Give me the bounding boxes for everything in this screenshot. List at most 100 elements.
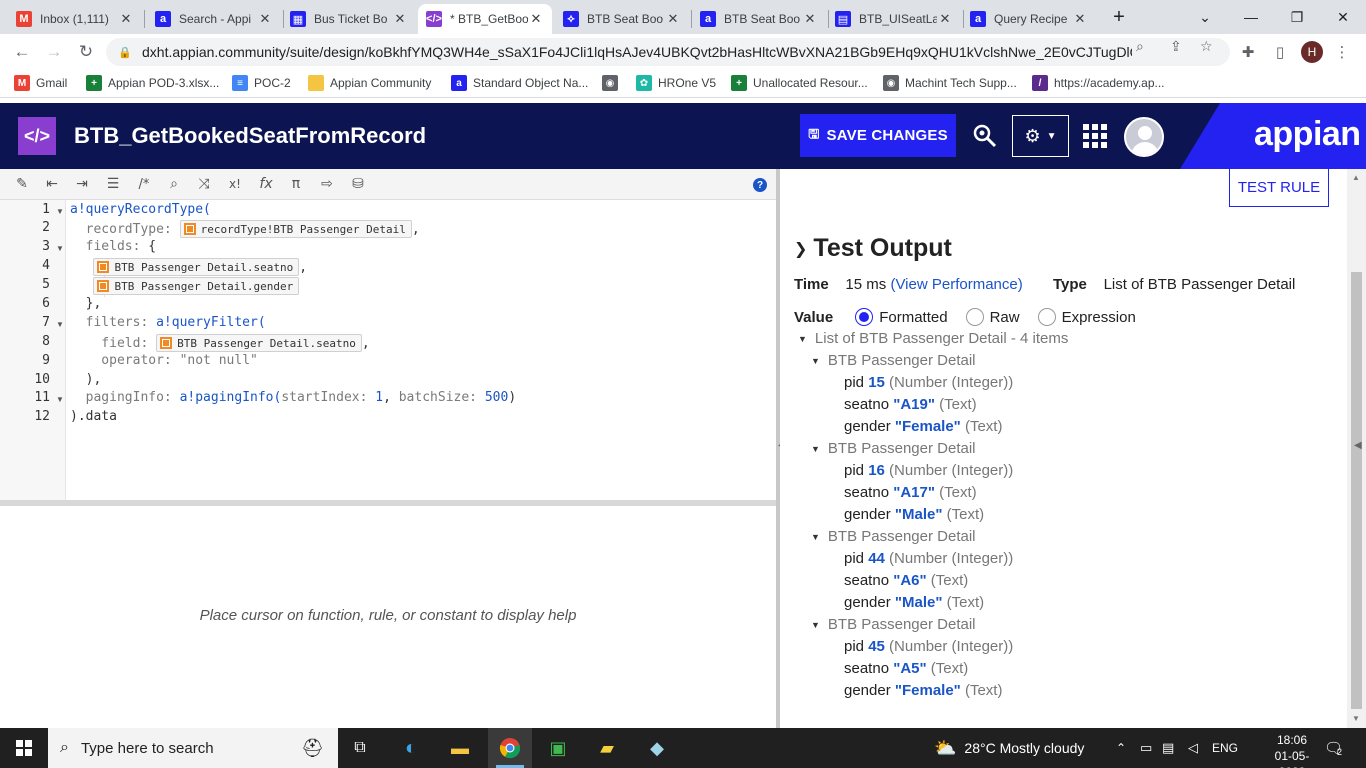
network-icon[interactable]: ▤	[1162, 728, 1174, 768]
browser-tab[interactable]: a BTB Seat Boo ✕	[692, 4, 826, 34]
field-token-seatno[interactable]: BTB Passenger Detail.seatno	[93, 258, 300, 276]
bookmark-item[interactable]: a Standard Object Na...	[451, 75, 588, 91]
notification-icon[interactable]: 🗨 2	[1324, 728, 1343, 768]
fold-toggle-icon[interactable]: ▼	[56, 207, 64, 216]
format-list-icon[interactable]: ☰	[103, 175, 123, 193]
browser-tab[interactable]: a Query Recipe ✕	[962, 4, 1096, 34]
close-tab-icon[interactable]: ✕	[1072, 11, 1088, 27]
record-node[interactable]: ▼ BTB Passenger Detail	[811, 352, 976, 369]
restore-icon[interactable]: ❐	[1274, 0, 1320, 34]
windows-start-icon[interactable]	[0, 728, 48, 768]
browser-tab[interactable]: ▦ Bus Ticket Bo ✕	[282, 4, 416, 34]
browser-tab[interactable]: ▤ BTB_UISeatLa ✕	[827, 4, 961, 34]
bookmark-item[interactable]: M Gmail	[14, 75, 67, 91]
url-field[interactable]: 🔒 dxht.appian.community/suite/design/koB…	[106, 38, 1230, 66]
record-node[interactable]: ▼ BTB Passenger Detail	[811, 528, 976, 545]
bookmark-item[interactable]: + Appian POD-3.xlsx...	[86, 75, 219, 91]
close-tab-icon[interactable]: ✕	[118, 11, 134, 27]
share-icon[interactable]: ⇪	[1170, 38, 1182, 55]
close-tab-icon[interactable]: ✕	[665, 11, 681, 27]
expand-triangle-icon[interactable]: ▼	[811, 620, 820, 630]
x-bang-icon[interactable]: x!	[225, 175, 245, 193]
file-explorer-icon[interactable]: ▬	[443, 728, 477, 768]
bookmark-item[interactable]: ◉	[602, 75, 624, 91]
outdent-icon[interactable]: ⇤	[42, 175, 62, 193]
filter-field-token[interactable]: BTB Passenger Detail.seatno	[156, 334, 362, 352]
scrollbar-thumb[interactable]	[1351, 272, 1362, 709]
bookmark-item[interactable]: ≡ POC-2	[232, 75, 291, 91]
forward-icon[interactable]: →	[40, 40, 68, 64]
pi-icon[interactable]: π	[286, 175, 306, 193]
close-tab-icon[interactable]: ✕	[528, 11, 544, 27]
browser-tab[interactable]: M Inbox (1,111) ✕	[8, 4, 142, 34]
fold-toggle-icon[interactable]: ▼	[56, 395, 64, 404]
record-node[interactable]: ▼ BTB Passenger Detail	[811, 616, 976, 633]
save-changes-button[interactable]: 🖫 SAVE CHANGES	[800, 114, 956, 157]
close-tab-icon[interactable]: ✕	[802, 11, 818, 27]
weather-widget[interactable]: ⛅ 28°C Mostly cloudy	[934, 728, 1084, 768]
close-tab-icon[interactable]: ✕	[392, 11, 408, 27]
help-icon[interactable]: ?	[753, 178, 767, 192]
bookmark-item[interactable]: Appian Community	[308, 75, 431, 91]
function-icon[interactable]: fx	[256, 175, 276, 193]
minimize-icon[interactable]: —	[1228, 0, 1274, 34]
profile-avatar[interactable]: H	[1301, 41, 1323, 63]
sticky-notes-icon[interactable]: ▰	[590, 728, 624, 768]
user-avatar[interactable]	[1124, 117, 1164, 157]
zoom-icon[interactable]: ⌕	[1136, 38, 1144, 55]
list-node[interactable]: ▼ List of BTB Passenger Detail - 4 items	[798, 330, 1068, 347]
scroll-up-icon[interactable]: ▲	[1352, 173, 1360, 182]
record-type-token[interactable]: recordType!BTB Passenger Detail	[179, 220, 412, 238]
expand-triangle-icon[interactable]: ▼	[811, 532, 820, 542]
test-rule-button[interactable]: TEST RULE	[1229, 169, 1329, 207]
tab-search-icon[interactable]: ⌄	[1182, 0, 1228, 34]
speaker-icon[interactable]: ◁	[1188, 728, 1198, 768]
expand-triangle-icon[interactable]: ▼	[798, 334, 807, 344]
lock-icon[interactable]: 🔒	[118, 46, 132, 59]
meet-tray-icon[interactable]: ▭	[1140, 728, 1152, 768]
taskbar-search[interactable]: ⌕ Type here to search ⛑	[48, 728, 338, 768]
search-icon[interactable]: ⌕	[164, 175, 184, 193]
browser-tab[interactable]: ⟡ BTB Seat Boo ✕	[555, 4, 689, 34]
dependency-search-icon[interactable]	[972, 123, 998, 155]
extensions-icon[interactable]: ✚	[1236, 40, 1260, 64]
bookmark-item[interactable]: ✿ HROne V5	[636, 75, 716, 91]
side-panel-icon[interactable]: ▯	[1268, 40, 1292, 64]
reload-icon[interactable]: ↻	[72, 40, 100, 64]
new-tab-icon[interactable]: +	[1096, 0, 1142, 34]
shuffle-icon[interactable]: ⤨	[194, 175, 214, 193]
close-window-icon[interactable]: ✕	[1320, 0, 1366, 34]
app-launcher-icon[interactable]	[1083, 124, 1107, 148]
language-indicator[interactable]: ENG	[1212, 728, 1238, 768]
system-clock[interactable]: 18:06 01-05-2023	[1262, 732, 1322, 768]
bookmark-item[interactable]: + Unallocated Resour...	[731, 75, 868, 91]
test-output-header[interactable]: ❯ Test Output	[794, 234, 952, 263]
view-performance-link[interactable]: (View Performance)	[890, 276, 1022, 293]
fold-toggle-icon[interactable]: ▼	[56, 320, 64, 329]
database-search-icon[interactable]: ⛁	[348, 175, 368, 193]
expand-triangle-icon[interactable]: ▼	[811, 356, 820, 366]
bookmark-item[interactable]: / https://academy.ap...	[1032, 75, 1165, 91]
snipping-tool-icon[interactable]: ◆	[640, 728, 674, 768]
close-tab-icon[interactable]: ✕	[257, 11, 273, 27]
magic-wand-icon[interactable]: ✎	[12, 175, 32, 193]
record-node[interactable]: ▼ BTB Passenger Detail	[811, 440, 976, 457]
back-icon[interactable]: ←	[8, 40, 36, 64]
browser-tab[interactable]: </> * BTB_GetBoo ✕	[418, 4, 552, 34]
code-editor[interactable]: 1 ▼ 2 3 ▼ 4 5 6 7 ▼ 8 9 10 11 ▼ 12 a!queryRecordType( r…	[0, 200, 776, 500]
comment-icon[interactable]: /*	[134, 175, 154, 193]
expand-triangle-icon[interactable]: ▼	[811, 444, 820, 454]
settings-dropdown-button[interactable]: ⚙ ▼	[1012, 115, 1069, 157]
fold-toggle-icon[interactable]: ▼	[56, 244, 64, 253]
export-icon[interactable]: ⇨	[317, 175, 337, 193]
bookmark-item[interactable]: ◉ Machint Tech Supp...	[883, 75, 1017, 91]
close-tab-icon[interactable]: ✕	[937, 11, 953, 27]
browser-tab[interactable]: a Search - Appi ✕	[147, 4, 281, 34]
radio-formatted[interactable]	[855, 308, 874, 326]
tray-chevron-icon[interactable]: ⌃	[1116, 728, 1126, 768]
field-token-gender[interactable]: BTB Passenger Detail.gender	[93, 277, 300, 295]
chrome-icon[interactable]	[488, 728, 532, 768]
radio-expression[interactable]	[1037, 308, 1056, 326]
edge-icon[interactable]: ◐	[394, 728, 428, 768]
task-view-icon[interactable]: ⧉	[344, 728, 376, 768]
